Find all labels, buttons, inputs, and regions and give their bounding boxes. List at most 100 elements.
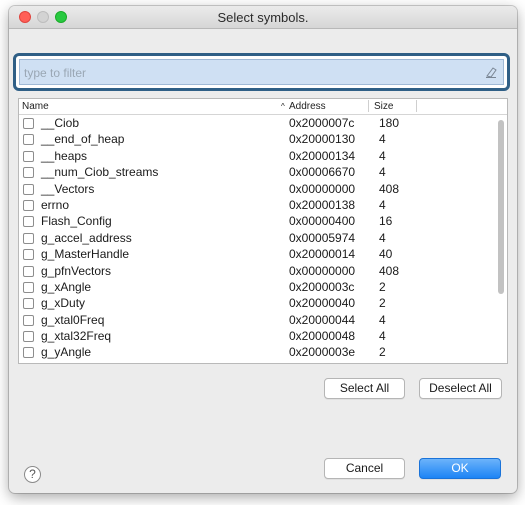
table-row[interactable]: __Ciob 0x2000007c 180 <box>19 115 495 131</box>
symbol-name: g_xtal0Freq <box>41 312 105 327</box>
symbol-address: 0x00000000 <box>289 181 356 196</box>
row-checkbox[interactable] <box>23 314 34 326</box>
column-header-address[interactable]: Address <box>289 100 326 113</box>
symbol-size: 4 <box>379 312 386 327</box>
symbol-name: g_yAngle <box>41 345 92 360</box>
row-checkbox[interactable] <box>23 298 34 310</box>
symbol-address: 0x2000007c <box>289 116 355 130</box>
help-button[interactable]: ? <box>24 466 41 483</box>
symbol-size: 4 <box>379 197 386 212</box>
table-row[interactable]: g_yDuty 0x20000042 2 <box>19 361 495 363</box>
dialog-window: Select symbols. Name ^ Address Size __Ci… <box>9 6 517 493</box>
symbol-name: g_pfnVectors <box>41 263 112 278</box>
symbol-name: __Vectors <box>41 181 95 196</box>
sort-ascending-icon: ^ <box>281 102 285 111</box>
symbol-name: __Ciob <box>41 116 80 130</box>
row-checkbox[interactable] <box>23 347 34 359</box>
symbol-name: __end_of_heap <box>41 132 125 147</box>
filter-field <box>19 59 504 85</box>
window-title: Select symbols. <box>217 10 309 25</box>
table-row[interactable]: g_xtal0Freq 0x20000044 4 <box>19 312 495 328</box>
column-divider[interactable] <box>416 100 417 112</box>
row-checkbox[interactable] <box>23 281 34 293</box>
symbol-address: 0x20000044 <box>289 312 356 327</box>
title-bar: Select symbols. <box>9 6 517 29</box>
row-checkbox[interactable] <box>23 150 34 162</box>
symbol-size: 40 <box>379 247 393 262</box>
row-checkbox[interactable] <box>23 134 34 146</box>
symbol-size: 16 <box>379 214 393 229</box>
row-checkbox[interactable] <box>23 249 34 261</box>
symbol-address: 0x20000048 <box>289 329 356 344</box>
eraser-icon[interactable] <box>484 65 498 79</box>
symbol-address: 0x20000040 <box>289 296 356 311</box>
symbol-address: 0x00005974 <box>289 230 356 245</box>
table-row[interactable]: g_xDuty 0x20000040 2 <box>19 295 495 311</box>
symbol-address: 0x20000042 <box>289 361 355 363</box>
symbol-size: 408 <box>379 181 400 196</box>
table-row[interactable]: errno 0x20000138 4 <box>19 197 495 213</box>
column-divider[interactable] <box>368 100 369 112</box>
row-checkbox[interactable] <box>23 265 34 277</box>
symbol-size: 4 <box>379 329 386 344</box>
symbol-address: 0x2000003c <box>289 279 355 294</box>
symbol-address: 0x2000003e <box>289 345 356 360</box>
symbol-address: 0x00006670 <box>289 165 356 180</box>
symbol-address: 0x20000014 <box>289 247 356 262</box>
symbol-name: g_MasterHandle <box>41 247 130 262</box>
row-checkbox[interactable] <box>23 216 34 228</box>
symbol-address: 0x00000400 <box>289 214 356 229</box>
symbol-name: __heaps <box>41 148 88 163</box>
symbol-name: g_xtal32Freq <box>41 329 112 344</box>
symbols-table: Name ^ Address Size __Ciob 0x2000007c 180 _… <box>18 98 508 364</box>
table-body: __Ciob 0x2000007c 180 __end_of_heap 0x200001… <box>19 115 495 363</box>
row-checkbox[interactable] <box>23 167 34 179</box>
symbol-address: 0x20000130 <box>289 132 356 147</box>
symbol-size: 408 <box>379 263 400 278</box>
table-row[interactable]: __end_of_heap 0x20000130 4 <box>19 131 495 147</box>
filter-focus-ring <box>13 53 510 91</box>
table-row[interactable]: __num_Ciob_streams 0x00006670 4 <box>19 164 495 180</box>
symbol-name: g_yDuty <box>41 361 85 363</box>
table-header: Name ^ Address Size <box>19 99 507 115</box>
symbol-size: 2 <box>379 279 386 294</box>
filter-input[interactable] <box>22 64 486 82</box>
table-row[interactable]: g_MasterHandle 0x20000014 40 <box>19 246 495 262</box>
table-row[interactable]: g_xtal32Freq 0x20000048 4 <box>19 328 495 344</box>
row-checkbox[interactable] <box>23 232 34 244</box>
symbol-address: 0x20000138 <box>289 197 356 212</box>
symbol-size: 4 <box>379 165 386 180</box>
symbol-size: 180 <box>379 116 400 130</box>
symbol-size: 2 <box>379 296 386 311</box>
symbol-name: __num_Ciob_streams <box>41 165 159 180</box>
symbol-size: 4 <box>379 148 386 163</box>
column-header-size[interactable]: Size <box>374 100 393 113</box>
ok-button[interactable]: OK <box>419 458 501 479</box>
symbol-size: 2 <box>379 361 386 363</box>
symbol-size: 2 <box>379 345 386 360</box>
table-row[interactable]: Flash_Config 0x00000400 16 <box>19 213 495 229</box>
select-all-button[interactable]: Select All <box>324 378 405 399</box>
symbol-name: g_xAngle <box>41 279 92 294</box>
table-row[interactable]: __heaps 0x20000134 4 <box>19 148 495 164</box>
symbol-address: 0x20000134 <box>289 148 356 163</box>
table-row[interactable]: __Vectors 0x00000000 408 <box>19 181 495 197</box>
row-checkbox[interactable] <box>23 331 34 343</box>
table-row[interactable]: g_accel_address 0x00005974 4 <box>19 230 495 246</box>
column-header-name[interactable]: Name <box>22 100 49 113</box>
table-row[interactable]: g_yAngle 0x2000003e 2 <box>19 344 495 360</box>
symbol-size: 4 <box>379 132 386 147</box>
deselect-all-button[interactable]: Deselect All <box>419 378 502 399</box>
row-checkbox[interactable] <box>23 118 34 129</box>
vertical-scrollbar[interactable] <box>498 120 504 294</box>
symbol-name: Flash_Config <box>41 214 112 229</box>
table-row[interactable]: g_xAngle 0x2000003c 2 <box>19 279 495 295</box>
cancel-button[interactable]: Cancel <box>324 458 405 479</box>
table-row[interactable]: g_pfnVectors 0x00000000 408 <box>19 263 495 279</box>
row-checkbox[interactable] <box>23 183 34 195</box>
symbol-name: g_xDuty <box>41 296 86 311</box>
symbol-address: 0x00000000 <box>289 263 356 278</box>
symbol-name: g_accel_address <box>41 230 132 245</box>
symbol-size: 4 <box>379 230 386 245</box>
row-checkbox[interactable] <box>23 199 34 211</box>
